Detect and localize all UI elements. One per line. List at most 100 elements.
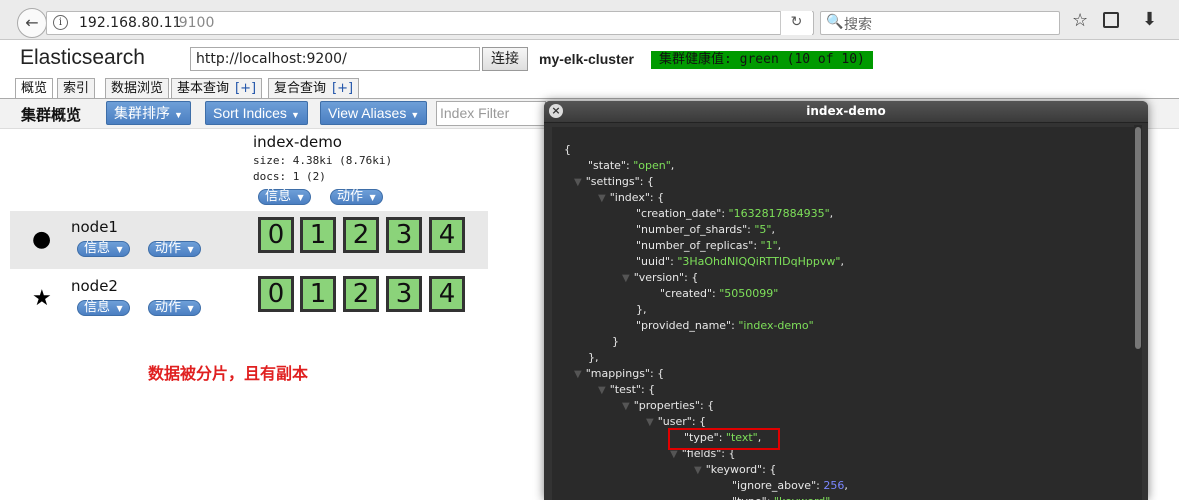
json-line[interactable]: ▼ "user": { bbox=[646, 415, 706, 428]
collapse-triangle-icon[interactable]: ▼ bbox=[574, 177, 582, 188]
json-token: 256 bbox=[823, 479, 845, 492]
json-line[interactable]: ▼ "mappings": { bbox=[574, 367, 664, 380]
caret-down-icon: ▼ bbox=[367, 193, 376, 202]
node-info-button[interactable]: 信息 ▼ bbox=[77, 300, 130, 316]
json-token: "mappings": { bbox=[585, 367, 665, 380]
reload-button[interactable]: ↻ bbox=[780, 11, 812, 35]
view-aliases-button[interactable]: View Aliases ▼ bbox=[320, 101, 428, 125]
node-row: ★ node2 信息 ▼ 动作 ▼ 0 1 2 3 4 bbox=[10, 270, 488, 328]
connection-url-input[interactable]: http://localhost:9200/ bbox=[190, 47, 480, 71]
bookmark-star-icon[interactable]: ☆ bbox=[1072, 10, 1088, 31]
collapse-triangle-icon[interactable]: ▼ bbox=[622, 401, 630, 412]
shard-box[interactable]: 2 bbox=[343, 217, 379, 253]
collapse-triangle-icon[interactable]: ▼ bbox=[670, 449, 678, 460]
json-token: "test": { bbox=[609, 383, 656, 396]
annotation-text: 数据被分片，且有副本 bbox=[148, 364, 309, 383]
json-line: "ignore_above": 256, bbox=[732, 479, 848, 492]
json-line[interactable]: ▼ "keyword": { bbox=[694, 463, 776, 476]
shard-box[interactable]: 3 bbox=[386, 276, 422, 312]
connect-button[interactable]: 连接 bbox=[482, 47, 528, 71]
search-icon: 🔍 bbox=[826, 14, 844, 30]
back-button[interactable]: ← bbox=[17, 8, 47, 38]
json-token: { bbox=[564, 143, 571, 156]
json-token: "version": { bbox=[633, 271, 699, 284]
json-line: "type": "keyword" bbox=[732, 495, 830, 500]
reload-icon: ↻ bbox=[790, 14, 803, 30]
node-action-button[interactable]: 动作 ▼ bbox=[148, 241, 201, 257]
index-json-dialog: × index-demo {"state": "open", ▼ "settings… bbox=[544, 101, 1148, 500]
shard-box[interactable]: 1 bbox=[300, 217, 336, 253]
button-label: View Aliases bbox=[328, 105, 407, 121]
back-arrow-icon: ← bbox=[25, 13, 39, 32]
json-line[interactable]: ▼ "test": { bbox=[598, 383, 655, 396]
tab-label: 索引 bbox=[63, 81, 90, 96]
node-action-button[interactable]: 动作 ▼ bbox=[148, 300, 201, 316]
json-viewer: { "state": "open", ▼ "settings": { ▼ "index":… bbox=[552, 127, 1134, 500]
shard-box[interactable]: 0 bbox=[258, 217, 294, 253]
shard-box[interactable]: 3 bbox=[386, 217, 422, 253]
json-line[interactable]: ▼ "version": { bbox=[622, 271, 698, 284]
tab-overview[interactable]: 概览 bbox=[15, 78, 54, 98]
tab-indices[interactable]: 索引 bbox=[57, 78, 96, 98]
index-filter-input[interactable]: Index Filter bbox=[436, 101, 546, 126]
index-docs: docs: 1 (2) bbox=[253, 170, 326, 183]
json-line[interactable]: ▼ "settings": { bbox=[574, 175, 654, 188]
caret-down-icon: ▼ bbox=[185, 304, 194, 313]
tab-compound-query[interactable]: 复合查询 [+] bbox=[268, 78, 360, 98]
reading-list-icon[interactable] bbox=[1103, 12, 1119, 28]
info-icon[interactable]: i bbox=[53, 15, 68, 30]
browser-search-input[interactable]: 🔍 搜索 bbox=[820, 11, 1060, 35]
json-token: "creation_date": bbox=[636, 207, 729, 220]
json-line: "created": "5050099" bbox=[660, 287, 778, 300]
node-row: ● node1 信息 ▼ 动作 ▼ 0 1 2 3 4 bbox=[10, 211, 488, 269]
download-icon[interactable]: ⬇ bbox=[1142, 9, 1157, 30]
collapse-triangle-icon[interactable]: ▼ bbox=[598, 385, 606, 396]
collapse-triangle-icon[interactable]: ▼ bbox=[646, 417, 654, 428]
node-name: node1 bbox=[71, 218, 118, 236]
shard-box[interactable]: 4 bbox=[429, 276, 465, 312]
caret-down-icon: ▼ bbox=[290, 110, 300, 120]
index-size: size: 4.38ki (8.76ki) bbox=[253, 154, 393, 167]
json-token: "number_of_replicas": bbox=[636, 239, 761, 252]
scrollbar-thumb[interactable] bbox=[1135, 127, 1141, 349]
collapse-triangle-icon[interactable]: ▼ bbox=[598, 193, 606, 204]
url-host: 192.168.80.11 bbox=[79, 15, 182, 31]
collapse-triangle-icon[interactable]: ▼ bbox=[622, 273, 630, 284]
json-token: "state": bbox=[588, 159, 634, 172]
json-token: "properties": { bbox=[633, 399, 715, 412]
shard-box[interactable]: 4 bbox=[429, 217, 465, 253]
sort-cluster-button[interactable]: 集群排序 ▼ bbox=[106, 101, 191, 125]
collapse-triangle-icon[interactable]: ▼ bbox=[694, 465, 702, 476]
json-line[interactable]: ▼ "index": { bbox=[598, 191, 664, 204]
cluster-name: my-elk-cluster bbox=[539, 51, 634, 67]
json-token: "5" bbox=[754, 223, 772, 236]
button-label: 信息 bbox=[265, 189, 292, 204]
tab-browser[interactable]: 数据浏览 bbox=[105, 78, 170, 98]
json-line: "state": "open", bbox=[588, 159, 674, 172]
tab-basic-query[interactable]: 基本查询 [+] bbox=[171, 78, 263, 98]
sort-indices-button[interactable]: Sort Indices ▼ bbox=[205, 101, 308, 125]
tab-label: 数据浏览 bbox=[111, 81, 164, 96]
json-token: "keyword" bbox=[774, 495, 830, 500]
json-line: } bbox=[612, 335, 619, 348]
address-bar[interactable]: i 192.168.80.11 :9100 bbox=[46, 11, 814, 35]
button-label: Sort Indices bbox=[213, 105, 287, 121]
index-action-button[interactable]: 动作 ▼ bbox=[330, 189, 383, 205]
shard-box[interactable]: 1 bbox=[300, 276, 336, 312]
json-line: "uuid": "3HaOhdNIQQiRTTIDqHppvw", bbox=[636, 255, 844, 268]
json-token: "uuid": bbox=[636, 255, 678, 268]
index-info-button[interactable]: 信息 ▼ bbox=[258, 189, 311, 205]
button-label: 动作 bbox=[155, 300, 182, 315]
tab-label: 基本查询 bbox=[177, 81, 230, 96]
tab-label: 概览 bbox=[21, 81, 48, 96]
tab-bar: 概览 索引 数据浏览 基本查询 [+] 复合查询 [+] bbox=[15, 78, 615, 98]
button-label: 动作 bbox=[337, 189, 364, 204]
json-line[interactable]: ▼ "properties": { bbox=[622, 399, 714, 412]
shard-box[interactable]: 0 bbox=[258, 276, 294, 312]
shard-box[interactable]: 2 bbox=[343, 276, 379, 312]
collapse-triangle-icon[interactable]: ▼ bbox=[574, 369, 582, 380]
node-info-button[interactable]: 信息 ▼ bbox=[77, 241, 130, 257]
json-token: } bbox=[612, 335, 619, 348]
button-label: 信息 bbox=[84, 300, 111, 315]
dialog-scrollbar[interactable] bbox=[1134, 125, 1142, 500]
